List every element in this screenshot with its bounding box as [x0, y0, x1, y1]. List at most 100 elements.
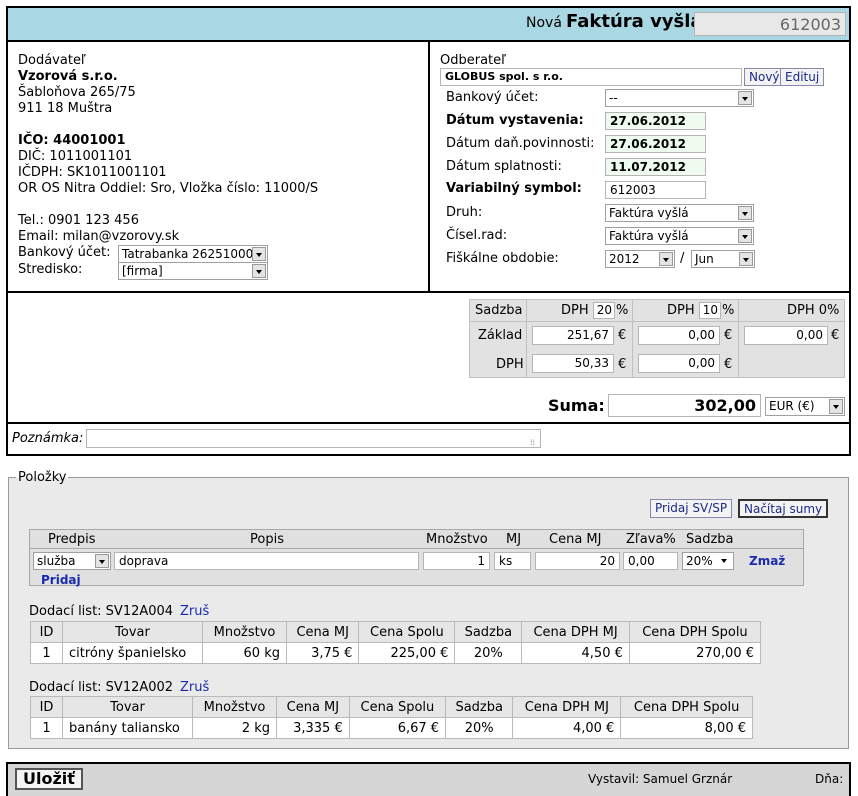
col-header-mnozstvo: Množstvo	[426, 532, 488, 547]
chevron-down-icon	[718, 554, 732, 568]
chevron-down-icon	[252, 264, 266, 278]
cell-mnozstvo: 60 kg	[202, 642, 287, 664]
col-sadzba: Sadzba	[445, 696, 514, 718]
col-tovar: Tovar	[62, 621, 203, 643]
vat-base2-field[interactable]: 0,00	[638, 326, 720, 345]
item-unit-field[interactable]: ks	[494, 552, 531, 570]
vat-tax-label: DPH	[496, 357, 524, 372]
cell-cena-spolu: 225,00 €	[358, 642, 456, 664]
issue-date-label: Dátum vystavenia:	[446, 113, 584, 128]
item-vat-select[interactable]: 20%	[682, 552, 734, 570]
supplier-phone: Tel.: 0901 123 456	[18, 213, 139, 228]
supplier-bank-label: Bankový účet:	[18, 245, 111, 260]
col-id: ID	[30, 696, 63, 718]
delivery-note-table: ID Tovar Množstvo Cena MJ Cena Spolu Sad…	[30, 696, 753, 739]
issue-date-field[interactable]: 27.06.2012	[605, 112, 706, 130]
tax-date-field[interactable]: 27.06.2012	[605, 135, 706, 153]
cell-sadzba: 20%	[454, 642, 523, 664]
due-date-label: Dátum splatnosti:	[446, 159, 562, 174]
item-price-field[interactable]: 20	[535, 552, 620, 570]
customer-new-button[interactable]: Nový	[744, 68, 785, 86]
supplier-dic: DIČ: 1011001101	[18, 149, 133, 164]
item-discount-field[interactable]: 0,00	[623, 552, 678, 570]
chevron-down-icon	[739, 252, 753, 266]
save-button[interactable]: Uložiť	[15, 768, 83, 790]
supplier-bank-select[interactable]: Tatrabanka 262510000	[118, 245, 268, 263]
cell-cena-mj: 3,335 €	[276, 717, 350, 739]
delivery-note-table: ID Tovar Množstvo Cena MJ Cena Spolu Sad…	[30, 621, 762, 664]
item-qty-field[interactable]: 1	[423, 552, 490, 570]
table-row: 1 citróny španielsko 60 kg 3,75 € 225,00…	[30, 642, 762, 664]
fiscal-period-label: Fiškálne obdobie:	[446, 251, 559, 266]
supplier-ico: IČO: 44001001	[18, 133, 126, 148]
invoice-number-field[interactable]: 612003	[694, 12, 846, 36]
col-header-mj: MJ	[506, 532, 522, 547]
col-cena-mj: Cena MJ	[276, 696, 350, 718]
item-popis-field[interactable]: doprava	[114, 552, 419, 570]
eur-sign: €	[724, 357, 733, 372]
col-sadzba: Sadzba	[454, 621, 523, 643]
customer-bank-select[interactable]: --	[605, 89, 754, 107]
vat-col1-label: DPH	[561, 303, 589, 318]
variable-symbol-field[interactable]: 612003	[605, 181, 706, 199]
supplier-street: Šabloňova 265/75	[18, 85, 136, 100]
page-title: Faktúra vyšlá:	[566, 11, 710, 32]
cell-cena-mj: 3,75 €	[285, 642, 360, 664]
delivery-note-label: Dodací list: SV12A004	[29, 604, 174, 619]
col-cena-spolu: Cena Spolu	[348, 696, 447, 718]
vat-rate1-field[interactable]: 20	[593, 302, 615, 319]
table-row: 1 banány taliansko 2 kg 3,335 € 6,67 € 2…	[30, 717, 753, 739]
parties-divider	[428, 40, 430, 293]
tax-date-label: Dátum daň.povinnosti:	[446, 136, 595, 151]
resize-grip-icon[interactable]: ⁞⁞	[530, 438, 535, 447]
note-textarea[interactable]	[86, 429, 541, 448]
col-header-popis: Popis	[250, 532, 284, 547]
vat-col3-label: DPH 0%	[787, 303, 840, 318]
table-header-row: ID Tovar Množstvo Cena MJ Cena Spolu Sad…	[30, 696, 753, 718]
supplier-name: Vzorová s.r.o.	[18, 69, 118, 84]
vat-grid-line	[469, 321, 845, 322]
total-field[interactable]: 302,00	[608, 394, 761, 417]
recount-button[interactable]: Načítaj sumy	[738, 499, 829, 518]
vat-pct1: %	[616, 303, 629, 318]
series-select[interactable]: Faktúra vyšlá	[605, 227, 754, 245]
vat-grid-line	[632, 299, 633, 378]
vat-rate-label: Sadzba	[475, 303, 523, 318]
issued-by: Vystavil: Samuel Grznár	[588, 772, 733, 786]
type-select[interactable]: Faktúra vyšlá	[605, 204, 754, 222]
col-header-zlava: Zľava%	[626, 532, 676, 547]
col-cena-dph-spolu: Cena DPH Spolu	[620, 696, 753, 718]
customer-bank-label: Bankový účet:	[446, 90, 539, 105]
vat-rate2-field[interactable]: 10	[699, 302, 721, 319]
customer-edit-button[interactable]: Edituj	[780, 68, 825, 86]
chevron-down-icon	[738, 91, 752, 105]
vat-base1-field[interactable]: 251,67	[532, 326, 614, 345]
date-label: Dňa:	[815, 772, 844, 786]
fiscal-year-select[interactable]: 2012	[605, 250, 675, 268]
vat-tax1-field[interactable]: 50,33	[532, 354, 614, 373]
variable-symbol-label: Variabilný symbol:	[446, 181, 582, 196]
add-svsp-button[interactable]: Pridaj SV/SP	[650, 499, 733, 518]
due-date-field[interactable]: 11.07.2012	[605, 158, 706, 176]
fiscal-month-select[interactable]: Jun	[691, 250, 755, 268]
cell-cena-dph-spolu: 270,00 €	[628, 642, 762, 664]
item-remove-link[interactable]: Zmaž	[749, 554, 785, 568]
customer-heading: Odberateľ	[440, 53, 507, 68]
delivery-note-cancel-link[interactable]: Zruš	[180, 680, 209, 695]
item-predpis-select[interactable]: služba	[33, 552, 111, 570]
vat-base3-field[interactable]: 0,00	[744, 326, 828, 345]
col-tovar: Tovar	[62, 696, 193, 718]
delivery-note-cancel-link[interactable]: Zruš	[180, 604, 209, 619]
customer-name-field[interactable]: GLOBUS spol. s r.o.	[440, 68, 742, 86]
chevron-down-icon	[738, 206, 752, 220]
col-cena-mj: Cena MJ	[285, 621, 360, 643]
cell-id: 1	[30, 642, 63, 664]
currency-select[interactable]: EUR (€)	[765, 397, 845, 416]
series-label: Čísel.rad:	[446, 228, 508, 243]
vat-tax2-field[interactable]: 0,00	[638, 354, 720, 373]
col-cena-spolu: Cena Spolu	[358, 621, 456, 643]
item-add-link[interactable]: Pridaj	[41, 573, 81, 587]
total-label: Suma:	[548, 396, 605, 415]
col-header-predpis: Predpis	[48, 532, 96, 547]
supplier-center-select[interactable]: [firma]	[118, 262, 268, 280]
